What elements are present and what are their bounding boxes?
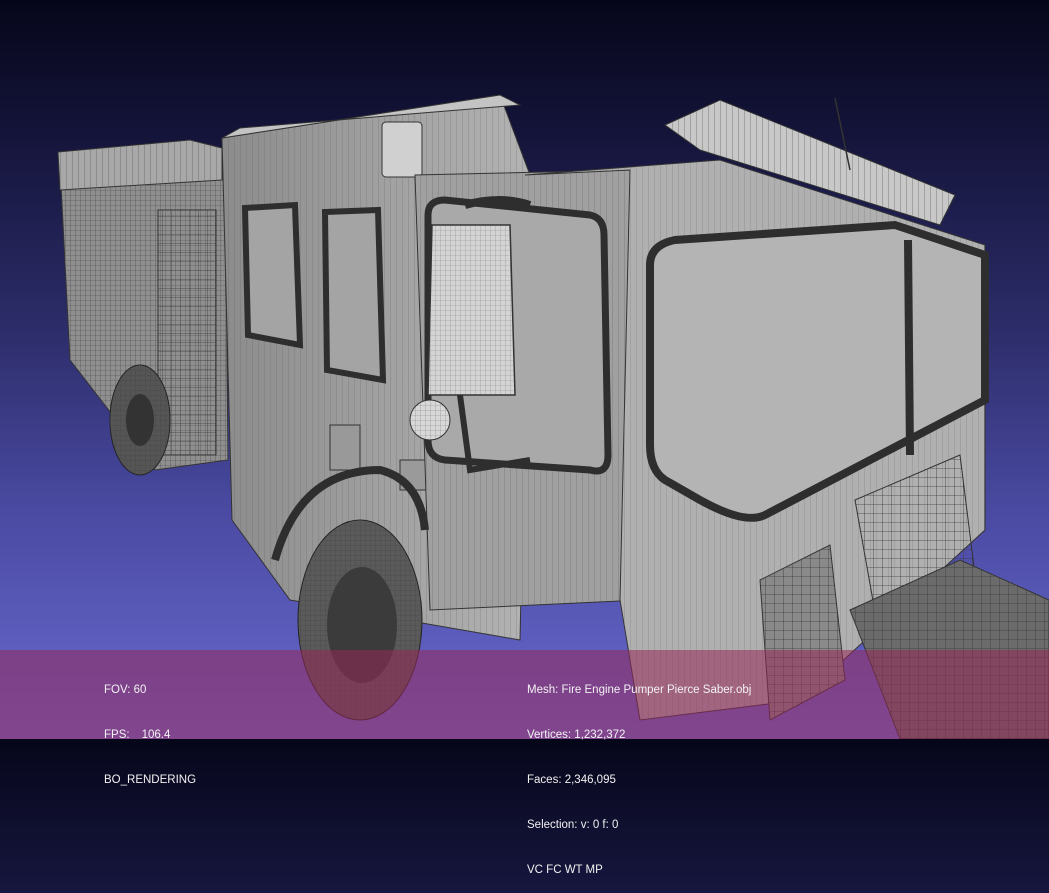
render-mode: BO_RENDERING [104, 774, 197, 786]
fov-label: FOV: [104, 684, 131, 696]
selection-info: Selection: v: 0 f: 0 [527, 819, 619, 831]
mesh-info-panel: Mesh: Fire Engine Pumper Pierce Saber.ob… [527, 653, 751, 893]
render-info-panel: FOV: 60 FPS: 106.4 BO_RENDERING [104, 653, 196, 803]
fov-value: 60 [133, 684, 147, 696]
rear-wheel [109, 364, 171, 476]
fps-label: FPS: [104, 729, 130, 741]
fps-row: FPS: 106.4 [104, 728, 196, 743]
fov-row: FOV: 60 [104, 683, 196, 698]
vertex-count: Vertices: 1,232,372 [527, 729, 626, 741]
fps-value: 106.4 [141, 729, 171, 741]
mesh-name: Mesh: Fire Engine Pumper Pierce Saber.ob… [527, 684, 752, 696]
front-door [409, 169, 641, 611]
3d-viewport[interactable] [0, 0, 1049, 739]
fire-engine-mesh [57, 94, 1049, 739]
face-count: Faces: 2,346,095 [527, 774, 616, 786]
render-flags: VC FC WT MP [527, 864, 603, 876]
